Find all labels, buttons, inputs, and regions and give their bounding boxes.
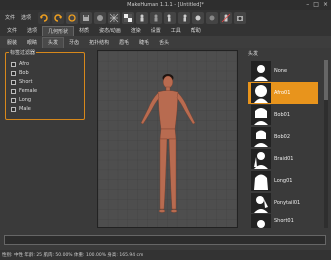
hair-item-ponytail01[interactable]: Ponytail01 (248, 192, 318, 214)
hair-thumbnail (251, 61, 271, 81)
tag-filter-box: 标签过滤器 Afro Bob Short Female Long Male (5, 49, 85, 120)
filter-item-male[interactable]: Male (11, 106, 31, 112)
maximize-button[interactable]: □ (313, 1, 319, 9)
human-model[interactable] (98, 51, 238, 228)
subtab-tongue[interactable]: 舌头 (154, 38, 174, 48)
bottom-view-icon[interactable] (206, 12, 219, 24)
subtab-eyebrows[interactable]: 眉毛 (114, 38, 134, 48)
hair-item-afro01[interactable]: Afro01 (248, 82, 318, 104)
hair-thumbnail (251, 193, 271, 213)
subtab-topology[interactable]: 拓扑结构 (84, 38, 114, 48)
hair-thumbnail (251, 127, 271, 147)
menu-options[interactable]: 选项 (18, 10, 34, 26)
save-icon[interactable] (80, 12, 93, 24)
right-panel: 头发 None Afro01 Bob01 Bob02 Braid01 Long0… (246, 50, 322, 228)
tab-file[interactable]: 文件 (2, 26, 22, 36)
tab-help[interactable]: 帮助 (186, 26, 206, 36)
tab-render[interactable]: 渲染 (126, 26, 146, 36)
title-bar: MakeHuman 1.1.1 - [Untitled]* – □ × (0, 0, 331, 10)
hair-item-label: None (274, 68, 288, 74)
sub-tabs: 服装 眼睛 头发 牙齿 拓扑结构 眉毛 睫毛 舌头 (0, 36, 331, 48)
hair-thumbnail (251, 214, 271, 228)
hair-item-bob01[interactable]: Bob01 (248, 104, 318, 126)
checkbox[interactable] (11, 97, 16, 103)
hair-item-label: Braid01 (274, 156, 294, 162)
hair-thumbnail (251, 171, 271, 191)
wireframe-icon[interactable] (108, 12, 121, 24)
main-tabs: 文件 选项 几何形状 材质 姿态/动画 渲染 设置 工具 帮助 (0, 26, 331, 36)
hair-panel-title: 头发 (248, 51, 259, 57)
toolbar: 文件 选项 (0, 10, 331, 26)
hair-item-label: Long01 (274, 178, 293, 184)
checkbox[interactable] (11, 88, 16, 94)
tab-material[interactable]: 材质 (74, 26, 94, 36)
3d-viewport[interactable] (97, 50, 238, 228)
checkbox[interactable] (11, 70, 16, 76)
filter-item-short[interactable]: Short (11, 79, 32, 85)
hair-thumbnail (251, 149, 271, 169)
filter-item-afro[interactable]: Afro (11, 61, 29, 67)
scrollbar-thumb[interactable] (324, 60, 328, 100)
hair-item-short01[interactable]: Short01 (248, 214, 318, 228)
hair-item-bob02[interactable]: Bob02 (248, 126, 318, 148)
filter-item-female[interactable]: Female (11, 88, 37, 94)
left-view-icon[interactable] (164, 12, 177, 24)
hair-item-label: Afro01 (274, 90, 291, 96)
subtab-clothes[interactable]: 服装 (2, 38, 22, 48)
smooth-icon[interactable] (94, 12, 107, 24)
checkbox[interactable] (11, 79, 16, 85)
hair-thumbnail (251, 83, 271, 103)
hair-item-label: Bob01 (274, 112, 291, 118)
window-title: MakeHuman 1.1.1 - [Untitled]* (127, 2, 204, 8)
hair-item-none[interactable]: None (248, 60, 318, 82)
hair-item-label: Bob02 (274, 134, 291, 140)
tab-settings[interactable]: 设置 (146, 26, 166, 36)
redo-icon[interactable] (52, 12, 65, 24)
checkbox[interactable] (11, 61, 16, 67)
hair-list-scrollbar[interactable] (324, 60, 328, 228)
menu-file[interactable]: 文件 (2, 10, 18, 26)
reset-camera-icon[interactable] (220, 12, 233, 24)
background-icon[interactable] (122, 12, 135, 24)
checkbox[interactable] (11, 106, 16, 112)
subtab-eyelashes[interactable]: 睫毛 (134, 38, 154, 48)
tab-options[interactable]: 选项 (22, 26, 42, 36)
hair-thumbnail (251, 105, 271, 125)
close-button[interactable]: × (323, 1, 328, 9)
hair-item-braid01[interactable]: Braid01 (248, 148, 318, 170)
right-view-icon[interactable] (178, 12, 191, 24)
reset-icon[interactable] (66, 12, 79, 24)
subtab-hair[interactable]: 头发 (42, 37, 65, 48)
hair-item-long01[interactable]: Long01 (248, 170, 318, 192)
filter-item-long[interactable]: Long (11, 97, 31, 103)
tag-filter-title: 标签过滤器 (9, 49, 37, 56)
top-view-icon[interactable] (192, 12, 205, 24)
status-text: 性别: 中性 年龄: 25 肌肉: 50.00% 体重: 100.00% 身高:… (2, 253, 144, 258)
undo-icon[interactable] (38, 12, 51, 24)
hair-list: None Afro01 Bob01 Bob02 Braid01 Long01 P… (246, 60, 322, 228)
hair-item-label: Ponytail01 (274, 200, 301, 206)
subtab-teeth[interactable]: 牙齿 (64, 38, 84, 48)
subtab-eyes[interactable]: 眼睛 (22, 38, 42, 48)
tab-geometry[interactable]: 几何形状 (42, 26, 75, 36)
hair-item-label: Short01 (274, 218, 294, 224)
tab-pose[interactable]: 姿态/动画 (94, 26, 126, 36)
back-view-icon[interactable] (150, 12, 163, 24)
left-panel: 标签过滤器 Afro Bob Short Female Long Male (2, 49, 85, 228)
command-input[interactable] (4, 235, 326, 245)
filter-item-bob[interactable]: Bob (11, 70, 29, 76)
screenshot-icon[interactable] (234, 12, 247, 24)
status-bar: 性别: 中性 年龄: 25 肌肉: 50.00% 体重: 100.00% 身高:… (0, 250, 331, 260)
minimize-button[interactable]: – (306, 1, 309, 9)
tab-tools[interactable]: 工具 (166, 26, 186, 36)
front-view-icon[interactable] (136, 12, 149, 24)
